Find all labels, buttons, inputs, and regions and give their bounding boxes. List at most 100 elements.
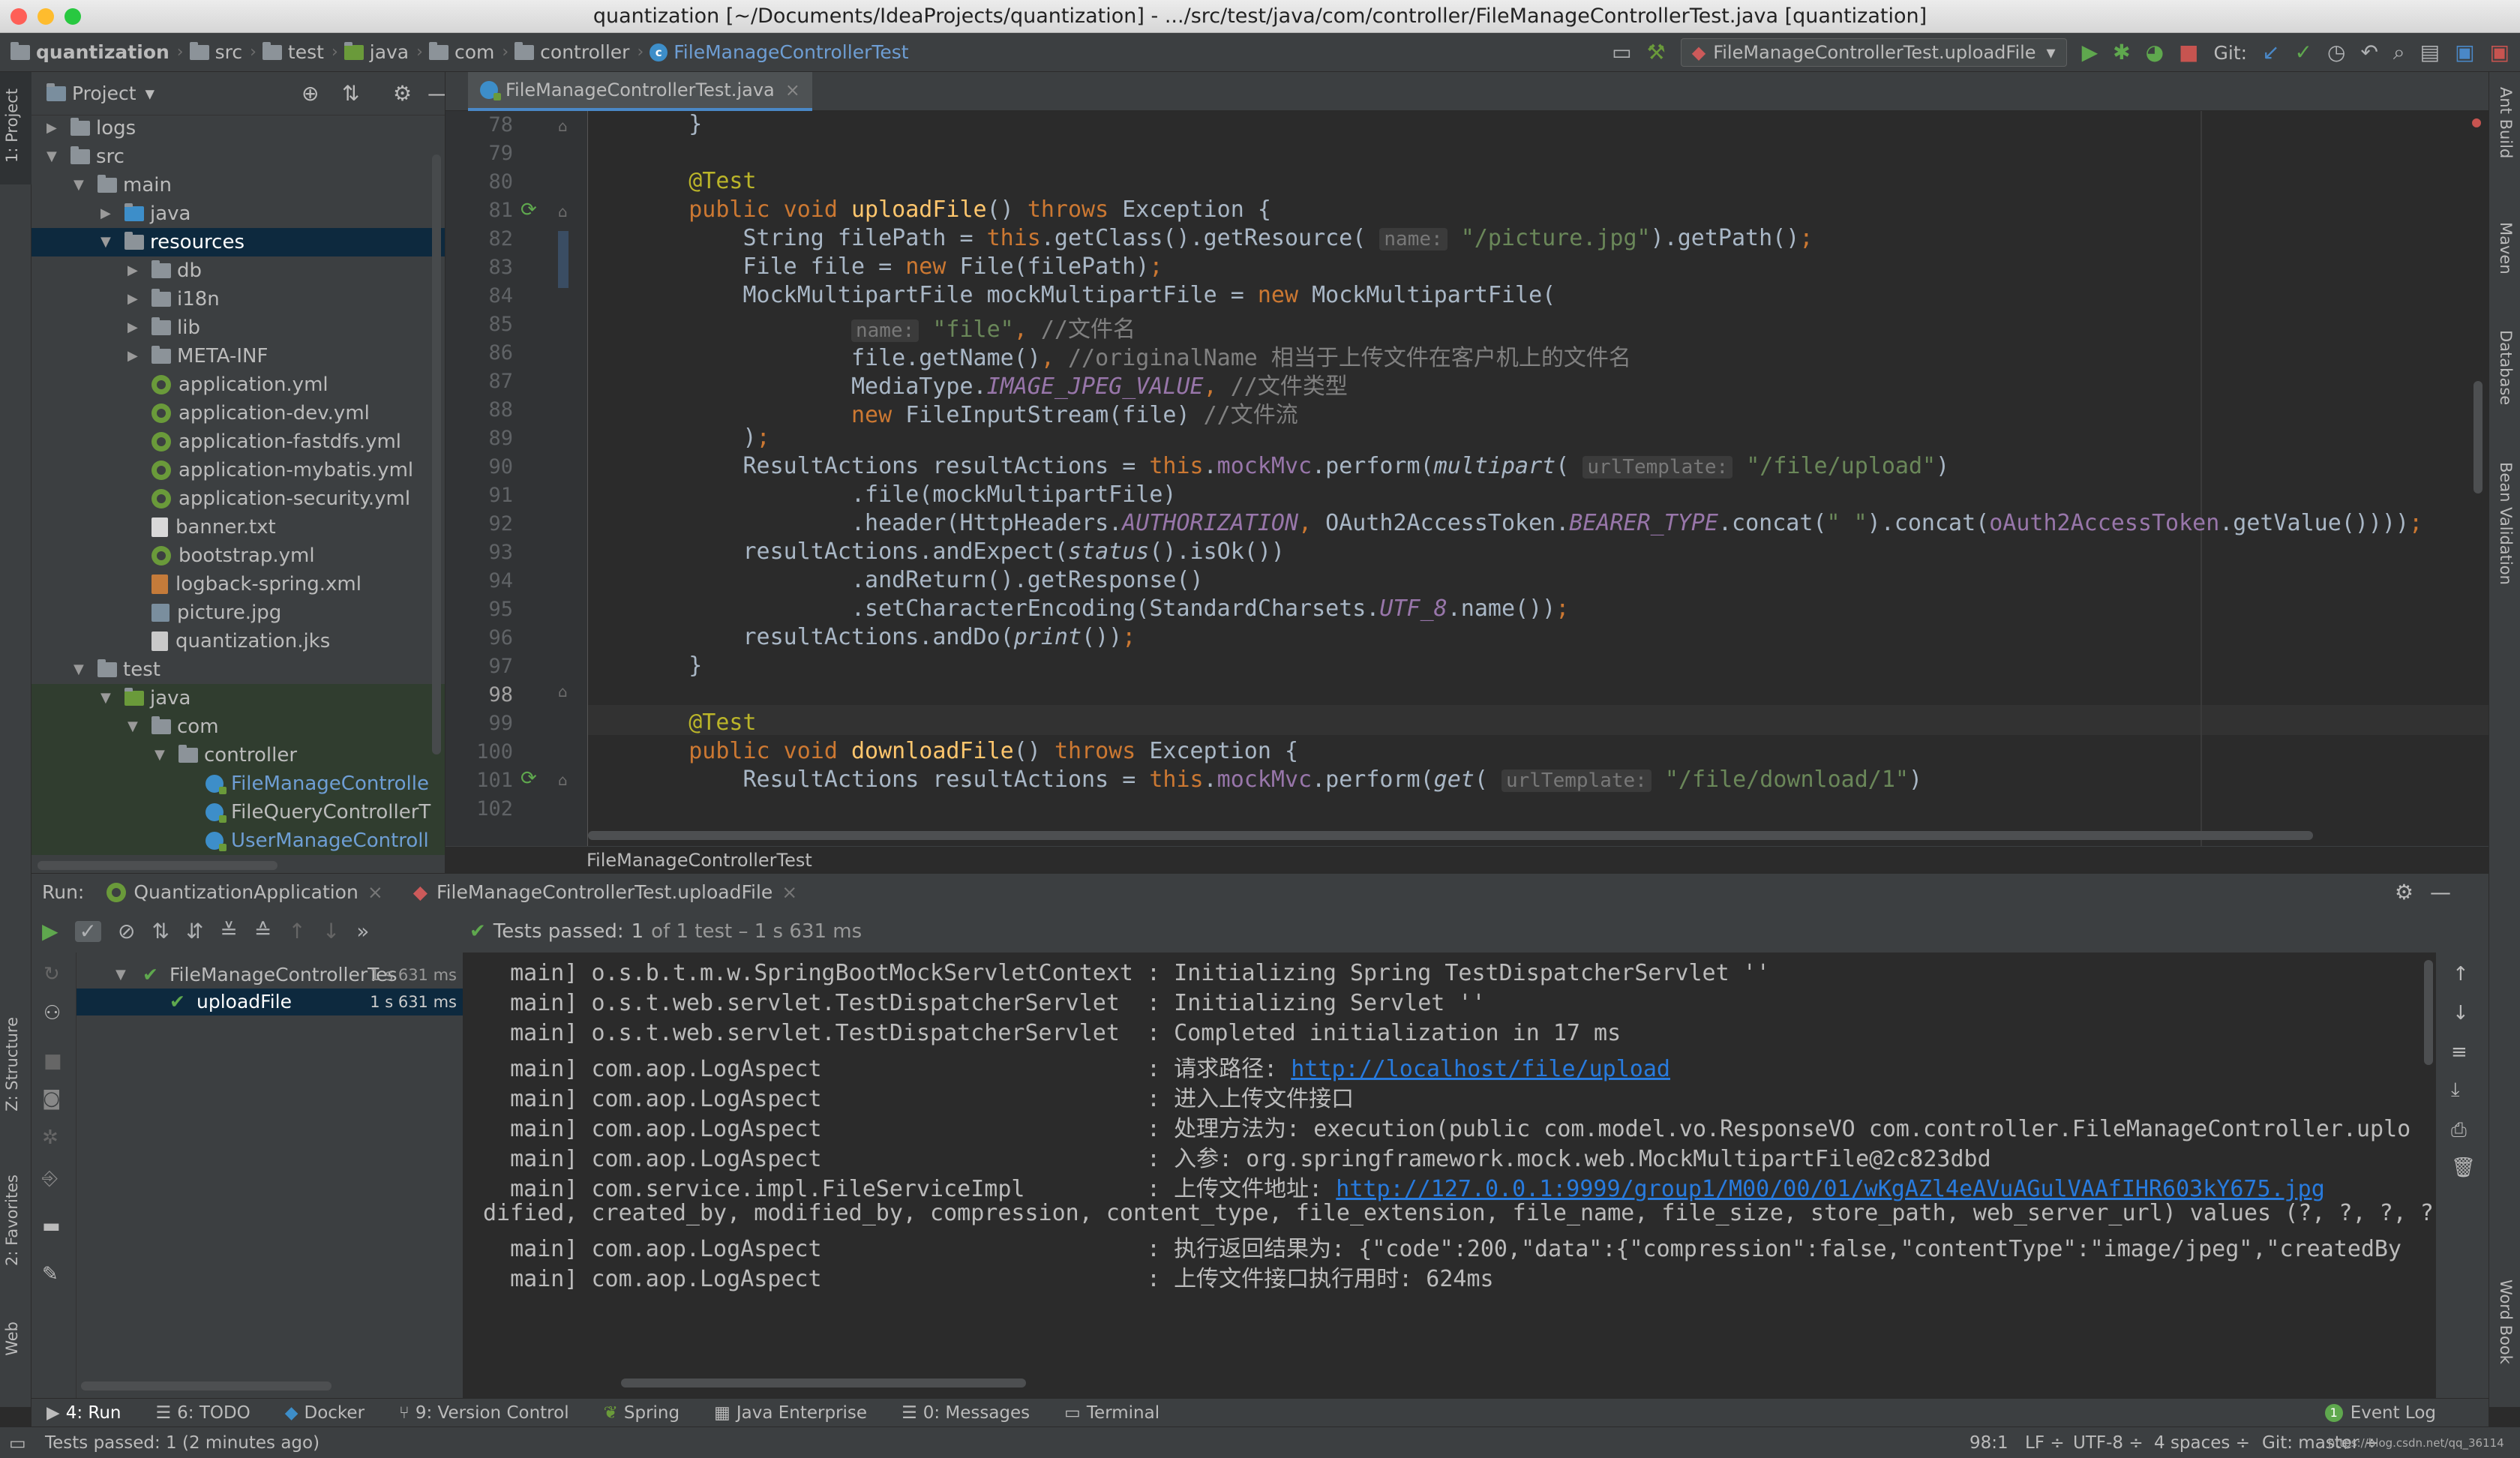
code-editor[interactable]: } @Test public void uploadFile() throws … <box>588 111 2488 846</box>
breadcrumb-src[interactable]: src › <box>189 41 256 63</box>
project-window-icon[interactable]: ▤ <box>2420 42 2440 63</box>
tree-item[interactable]: FileManageControlle <box>32 770 445 798</box>
close-window-button[interactable] <box>10 8 27 25</box>
tab-favorites[interactable]: 2: Favorites <box>3 1174 21 1266</box>
tree-item[interactable]: bootstrap.yml <box>32 542 445 570</box>
console-output[interactable]: main] o.s.b.t.m.w.SpringBootMockServletC… <box>464 952 2436 1398</box>
chevron-right-icon[interactable]: ▶ <box>100 200 111 228</box>
translate-icon[interactable]: ▣ <box>2455 42 2474 63</box>
collapse-all-icon[interactable]: ≙ <box>254 921 272 942</box>
tree-item[interactable]: application-dev.yml <box>32 399 445 428</box>
tree-item[interactable]: picture.jpg <box>32 598 445 627</box>
arrow-down-icon[interactable]: ↓ <box>2452 1002 2469 1024</box>
scrollbar[interactable] <box>588 831 2313 840</box>
sort-alpha-icon[interactable]: ⇅ <box>152 921 169 942</box>
tool-window-run[interactable]: ▶ 4: Run <box>46 1403 122 1423</box>
tab-web[interactable]: Web <box>3 1322 21 1356</box>
fold-icon[interactable]: ⌂ <box>558 117 568 135</box>
tree-item[interactable]: banner.txt <box>32 513 445 542</box>
gear-icon[interactable]: ⚙ <box>2395 880 2414 904</box>
chevron-right-icon[interactable]: ▶ <box>128 285 138 314</box>
fold-icon[interactable]: ⌂ <box>558 682 568 700</box>
tab-maven[interactable]: Maven <box>2497 222 2515 274</box>
coverage-icon[interactable]: ◕ <box>2146 42 2164 63</box>
tree-item[interactable]: application-mybatis.yml <box>32 456 445 484</box>
chevron-down-icon[interactable]: ▼ <box>74 656 84 684</box>
status-message[interactable]: Tests passed: 1 (2 minutes ago) <box>45 1427 320 1458</box>
sort-duration-icon[interactable]: ⇵ <box>186 921 203 942</box>
console-link[interactable]: http://127.0.0.1:9999/group1/M00/00/01/w… <box>1336 1176 2325 1202</box>
pin-icon[interactable]: ✎ <box>42 1263 58 1286</box>
run-configuration-select[interactable]: ◆ FileManageControllerTest.uploadFile ▾ <box>1680 38 2067 67</box>
camera-icon[interactable]: ◙ <box>42 1088 61 1110</box>
hide-icon[interactable]: — <box>2430 880 2451 904</box>
chevron-right-icon[interactable]: ▶ <box>128 256 138 285</box>
trash-icon[interactable]: 🗑 <box>2451 1156 2476 1179</box>
debug-icon[interactable]: ✱ <box>2113 42 2130 63</box>
print-icon[interactable]: ⎙ <box>2451 1119 2467 1142</box>
collapse-all-icon[interactable]: ⇅ <box>342 81 359 106</box>
hide-icon[interactable]: — <box>428 81 445 106</box>
vcs-update-icon[interactable]: ↙ <box>2262 42 2279 63</box>
history-icon[interactable]: ◷ <box>2327 42 2345 63</box>
console-link[interactable]: http://localhost/file/upload <box>1291 1056 1670 1082</box>
tree-item[interactable]: ▶ java <box>32 200 445 228</box>
show-ignored-icon[interactable]: ⊘ <box>118 921 135 942</box>
restore-icon[interactable]: ↻ <box>44 963 60 986</box>
more-icon[interactable]: » <box>356 921 369 942</box>
minimize-window-button[interactable] <box>38 8 54 25</box>
rollback-icon[interactable]: ↶ <box>2360 42 2378 63</box>
tree-item[interactable]: ▶ lib <box>32 314 445 342</box>
breadcrumb-project[interactable]: quantization › <box>10 41 184 63</box>
tool-window-docker[interactable]: ◆ Docker <box>285 1403 364 1423</box>
vcs-commit-icon[interactable]: ✓ <box>2295 42 2312 63</box>
breadcrumb-com[interactable]: com › <box>428 41 508 63</box>
run-icon[interactable]: ▶ <box>2082 42 2098 63</box>
event-log-button[interactable]: 1 Event Log <box>2324 1403 2436 1423</box>
scrollbar[interactable] <box>432 154 441 754</box>
scrollbar[interactable] <box>2424 960 2433 1065</box>
run-tab-test[interactable]: ◆ FileManageControllerTest.uploadFile × <box>413 881 797 903</box>
test-row[interactable]: ✔ uploadFile 1 s 631 ms <box>76 988 463 1016</box>
chevron-down-icon[interactable]: ▼ <box>100 684 111 712</box>
tree-item[interactable]: application.yml <box>32 370 445 399</box>
arrow-up-icon[interactable]: ↑ <box>2452 963 2469 986</box>
tree-item[interactable]: ▼ main <box>32 171 445 200</box>
chevron-right-icon[interactable]: ▶ <box>46 114 57 142</box>
chevron-down-icon[interactable]: ▼ <box>46 142 57 171</box>
tool-window-spring[interactable]: ❦ Spring <box>604 1403 680 1423</box>
project-structure-icon[interactable]: ▭ <box>1612 42 1631 63</box>
stop-icon[interactable]: ■ <box>44 1050 62 1072</box>
tree-item[interactable]: ▶ db <box>32 256 445 285</box>
tab-bean-validation[interactable]: Bean Validation <box>2497 462 2515 585</box>
tool-window-terminal[interactable]: ▭ Terminal <box>1064 1403 1160 1423</box>
breadcrumb-class[interactable]: c FileManageControllerTest <box>650 41 909 63</box>
search-icon[interactable]: ⌕ <box>2393 42 2405 63</box>
breadcrumb-test[interactable]: test › <box>262 41 338 63</box>
scrollbar[interactable] <box>38 861 278 870</box>
build-hammer-icon[interactable]: ⚒ <box>1647 42 1666 63</box>
rerun-icon[interactable]: ▶ <box>42 921 58 942</box>
chevron-right-icon[interactable]: ▶ <box>128 342 138 370</box>
close-tab-icon[interactable]: × <box>785 80 800 100</box>
chevron-down-icon[interactable]: ▼ <box>100 228 111 256</box>
expand-all-icon[interactable]: ≚ <box>220 921 237 942</box>
exit-icon[interactable]: ⎆ <box>42 1167 58 1190</box>
tree-item[interactable]: ▶ logs <box>32 114 445 142</box>
arrow-up-icon[interactable]: ↑ <box>288 921 305 942</box>
tree-item[interactable]: FileQueryControllerT <box>32 798 445 826</box>
scrollbar[interactable] <box>2474 381 2482 494</box>
tree-item[interactable]: ▼ resources <box>32 228 445 256</box>
caret-position[interactable]: 98:1 <box>1970 1427 2008 1458</box>
tree-item[interactable]: ▼ test <box>32 656 445 684</box>
fold-icon[interactable]: ⌂ <box>558 202 568 220</box>
tree-item[interactable]: application-fastdfs.yml <box>32 428 445 456</box>
editor-breadcrumb[interactable]: FileManageControllerTest <box>446 846 2488 873</box>
soft-wrap-icon[interactable]: ≡ <box>2451 1041 2468 1064</box>
chevron-down-icon[interactable]: ▼ <box>154 741 165 770</box>
indent-setting[interactable]: 4 spaces ÷ <box>2154 1427 2250 1458</box>
layout-icon[interactable]: ▬ <box>42 1215 61 1238</box>
plugin-icon[interactable]: ▣ <box>2490 42 2510 63</box>
tab-structure[interactable]: Z: Structure <box>3 1017 21 1112</box>
arrow-down-icon[interactable]: ↓ <box>322 921 340 942</box>
